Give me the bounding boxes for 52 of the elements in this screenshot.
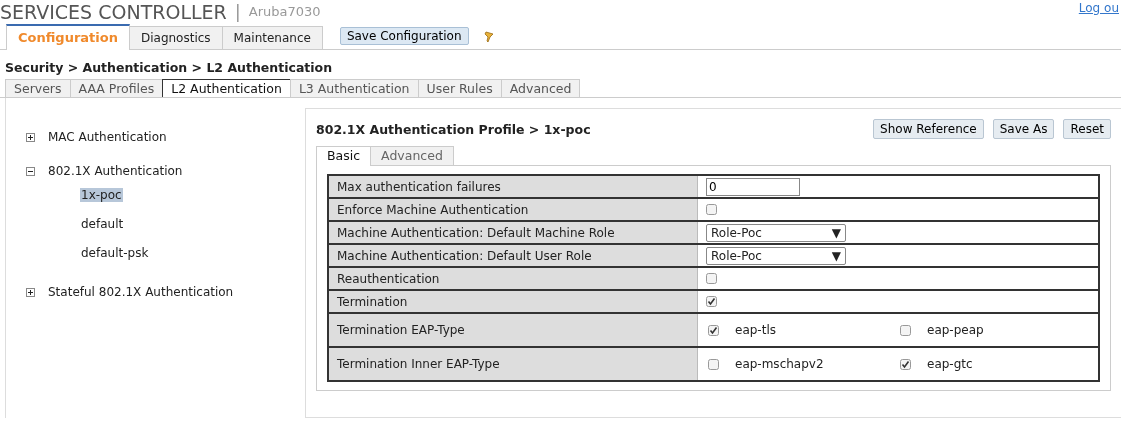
option-label: eap-peap [927,323,984,337]
profile-tab[interactable]: Basic [316,146,372,166]
checkbox[interactable] [708,358,719,370]
checkbox[interactable] [706,273,717,284]
option-label: eap-mschapv2 [735,357,824,371]
profile-button[interactable]: Reset [1063,119,1111,139]
checkbox[interactable] [900,358,911,370]
setting-label: Machine Authentication: Default User Role [328,244,698,267]
section-tab[interactable]: User Rules [417,79,502,97]
section-tab[interactable]: AAA Profiles [69,79,164,97]
logout-link[interactable]: Log ou [1078,1,1119,15]
checkbox[interactable] [706,204,717,215]
setting-label: Enforce Machine Authentication [328,198,698,221]
collapse-icon[interactable] [26,166,35,176]
profile-title: 802.1X Authentication Profile > 1x-poc [316,121,591,137]
profile-item[interactable]: 1x-poc [80,188,123,202]
expand-icon[interactable] [26,132,35,142]
profile-button[interactable]: Show Reference [873,119,984,139]
setting-label: Reauthentication [328,267,698,290]
profile-item[interactable]: default [80,217,125,231]
role-dropdown[interactable]: Role-Poc ▼ [706,223,846,242]
tree-item[interactable]: Stateful 802.1X Authentication [48,285,234,299]
app-title: SERVICES CONTROLLER [0,1,227,23]
section-tab[interactable]: Advanced [500,79,581,97]
input-field[interactable]: 0 [706,177,800,196]
checkbox[interactable] [900,324,911,336]
save-configuration-button[interactable]: Save Configuration [339,27,469,45]
option-label: eap-tls [735,323,776,337]
tree-item[interactable]: MAC Authentication [48,130,167,144]
setting-label: Termination Inner EAP-Type [328,347,698,381]
nav-tab[interactable]: Diagnostics [128,26,223,49]
profile-button[interactable]: Save As [992,119,1055,139]
option-label: eap-gtc [927,357,973,371]
section-tab[interactable]: L3 Authentication [289,79,419,97]
profile-item[interactable]: default-psk [80,246,150,260]
role-dropdown[interactable]: Role-Poc ▼ [706,246,846,265]
flag-icon[interactable] [482,31,495,43]
breadcrumb: Security > Authentication > L2 Authentication [4,59,334,77]
setting-label: Termination [328,290,698,313]
expand-icon[interactable] [26,287,35,297]
checkbox[interactable] [708,324,719,336]
title-separator: | [234,1,241,22]
setting-label: Machine Authentication: Default Machine Role [328,221,698,244]
profile-tab[interactable]: Advanced [370,146,454,165]
setting-label: Termination EAP-Type [328,313,698,347]
device-name: Aruba7030 [248,4,321,19]
section-tab[interactable]: L2 Authentication [162,79,291,97]
checkbox[interactable] [706,296,717,307]
nav-tab[interactable]: Maintenance [221,26,323,49]
section-tab[interactable]: Servers [5,79,71,97]
setting-label: Max authentication failures [328,175,698,198]
tree-item[interactable]: 802.1X Authentication [48,164,183,178]
